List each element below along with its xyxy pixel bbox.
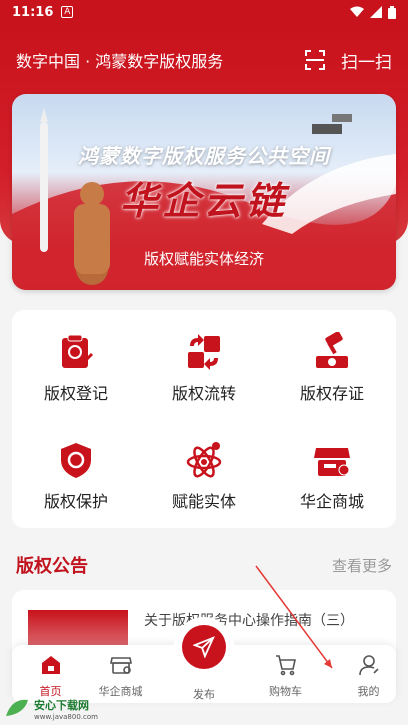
top-header: 数字中国 · 鸿蒙数字版权服务 扫一扫 (0, 44, 408, 76)
service-copyright-register[interactable]: 版权登记 (12, 310, 140, 410)
app-title: 数字中国 · 鸿蒙数字版权服务 (16, 52, 224, 71)
copyright-register-icon (62, 334, 94, 368)
cart-icon (275, 655, 296, 676)
publish-button-inner[interactable] (182, 625, 226, 669)
service-label: 版权存证 (299, 384, 364, 403)
announcement-title: 版权公告 (16, 556, 88, 577)
service-label: 版权登记 (43, 384, 108, 403)
tab-label: 购物车 (269, 685, 302, 698)
announcement-item-text: 关于版权服务中心操作指南（三） (144, 613, 354, 629)
profile-icon (358, 655, 379, 676)
watermark-name: 安心下载网 (34, 698, 89, 712)
mall-icon (109, 657, 132, 674)
mall-icon (314, 448, 350, 476)
signal-icon (370, 6, 382, 18)
services-grid: 版权登记 版权流转 版权存证 版权保护 赋能实体 华企商城 (12, 310, 396, 528)
watermark-logo-icon (6, 699, 28, 716)
publish-button[interactable] (174, 617, 234, 677)
service-copyright-transfer[interactable]: 版权流转 (140, 310, 268, 410)
service-copyright-evidence[interactable]: 版权存证 (268, 310, 396, 410)
status-right (350, 5, 396, 19)
service-label: 版权流转 (171, 384, 236, 403)
tab-label: 发布 (193, 688, 215, 701)
banner-subtitle: 鸿蒙数字版权服务公共空间 (78, 144, 330, 168)
service-label: 华企商城 (299, 492, 364, 511)
status-time: 11:16 (12, 4, 54, 20)
tab-profile[interactable]: 我的 (330, 645, 407, 703)
status-bar: 11:16 A (0, 0, 408, 24)
banner-slogan: 版权赋能实体经济 (143, 250, 264, 268)
service-label: 版权保护 (43, 492, 108, 511)
scan-group[interactable]: 扫一扫 (305, 48, 392, 73)
battery-icon (388, 5, 396, 19)
service-copyright-protect[interactable]: 版权保护 (12, 418, 140, 518)
home-icon (41, 656, 60, 674)
tab-label: 我的 (357, 685, 380, 698)
service-label: 赋能实体 (171, 492, 236, 511)
promo-banner[interactable]: 鸿蒙数字版权服务公共空间 华企云链 版权赋能实体经济 (12, 94, 396, 290)
publish-icon (193, 636, 215, 658)
service-mall[interactable]: 华企商城 (268, 418, 396, 518)
announcement-header: 版权公告 查看更多 (16, 552, 392, 578)
notification-a-icon: A (61, 6, 74, 18)
copyright-evidence-icon (316, 332, 348, 368)
banner-title: 华企云链 (119, 179, 288, 223)
watermark-text: 安心下载网 www.java800.com (34, 697, 98, 721)
scan-button[interactable]: 扫一扫 (341, 48, 392, 73)
service-empower-entity[interactable]: 赋能实体 (140, 418, 268, 518)
scan-icon[interactable] (305, 50, 325, 70)
view-more-link[interactable]: 查看更多 (332, 555, 392, 576)
empower-entity-icon (186, 442, 222, 478)
wifi-icon (350, 6, 364, 17)
copyright-transfer-icon (188, 334, 220, 370)
watermark-url: www.java800.com (34, 712, 98, 721)
tab-cart[interactable]: 购物车 (247, 645, 324, 703)
download-site-watermark: 安心下载网 www.java800.com (0, 692, 120, 725)
copyright-protect-icon (61, 443, 91, 478)
